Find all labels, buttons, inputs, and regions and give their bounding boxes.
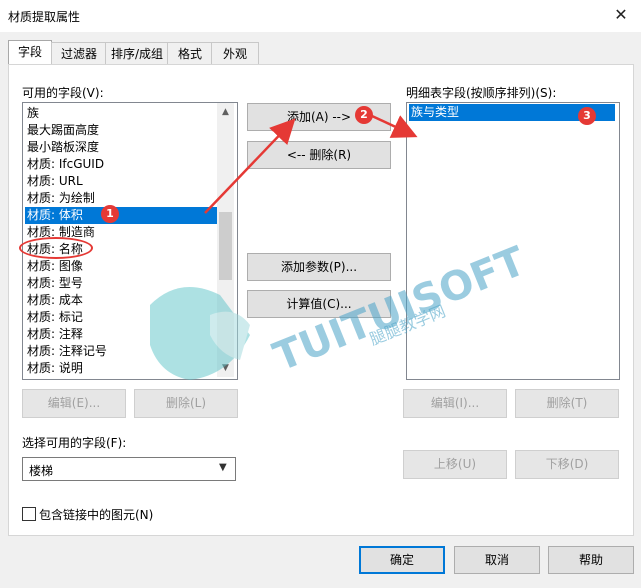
- arrow-to-schedule: [371, 114, 418, 138]
- annotation-arrows: [204, 114, 418, 214]
- arrow-to-add: [204, 118, 296, 214]
- step-badge-2: 2: [355, 106, 373, 124]
- step-badge-1: 1: [101, 205, 119, 223]
- step-badge-3: 3: [578, 107, 596, 125]
